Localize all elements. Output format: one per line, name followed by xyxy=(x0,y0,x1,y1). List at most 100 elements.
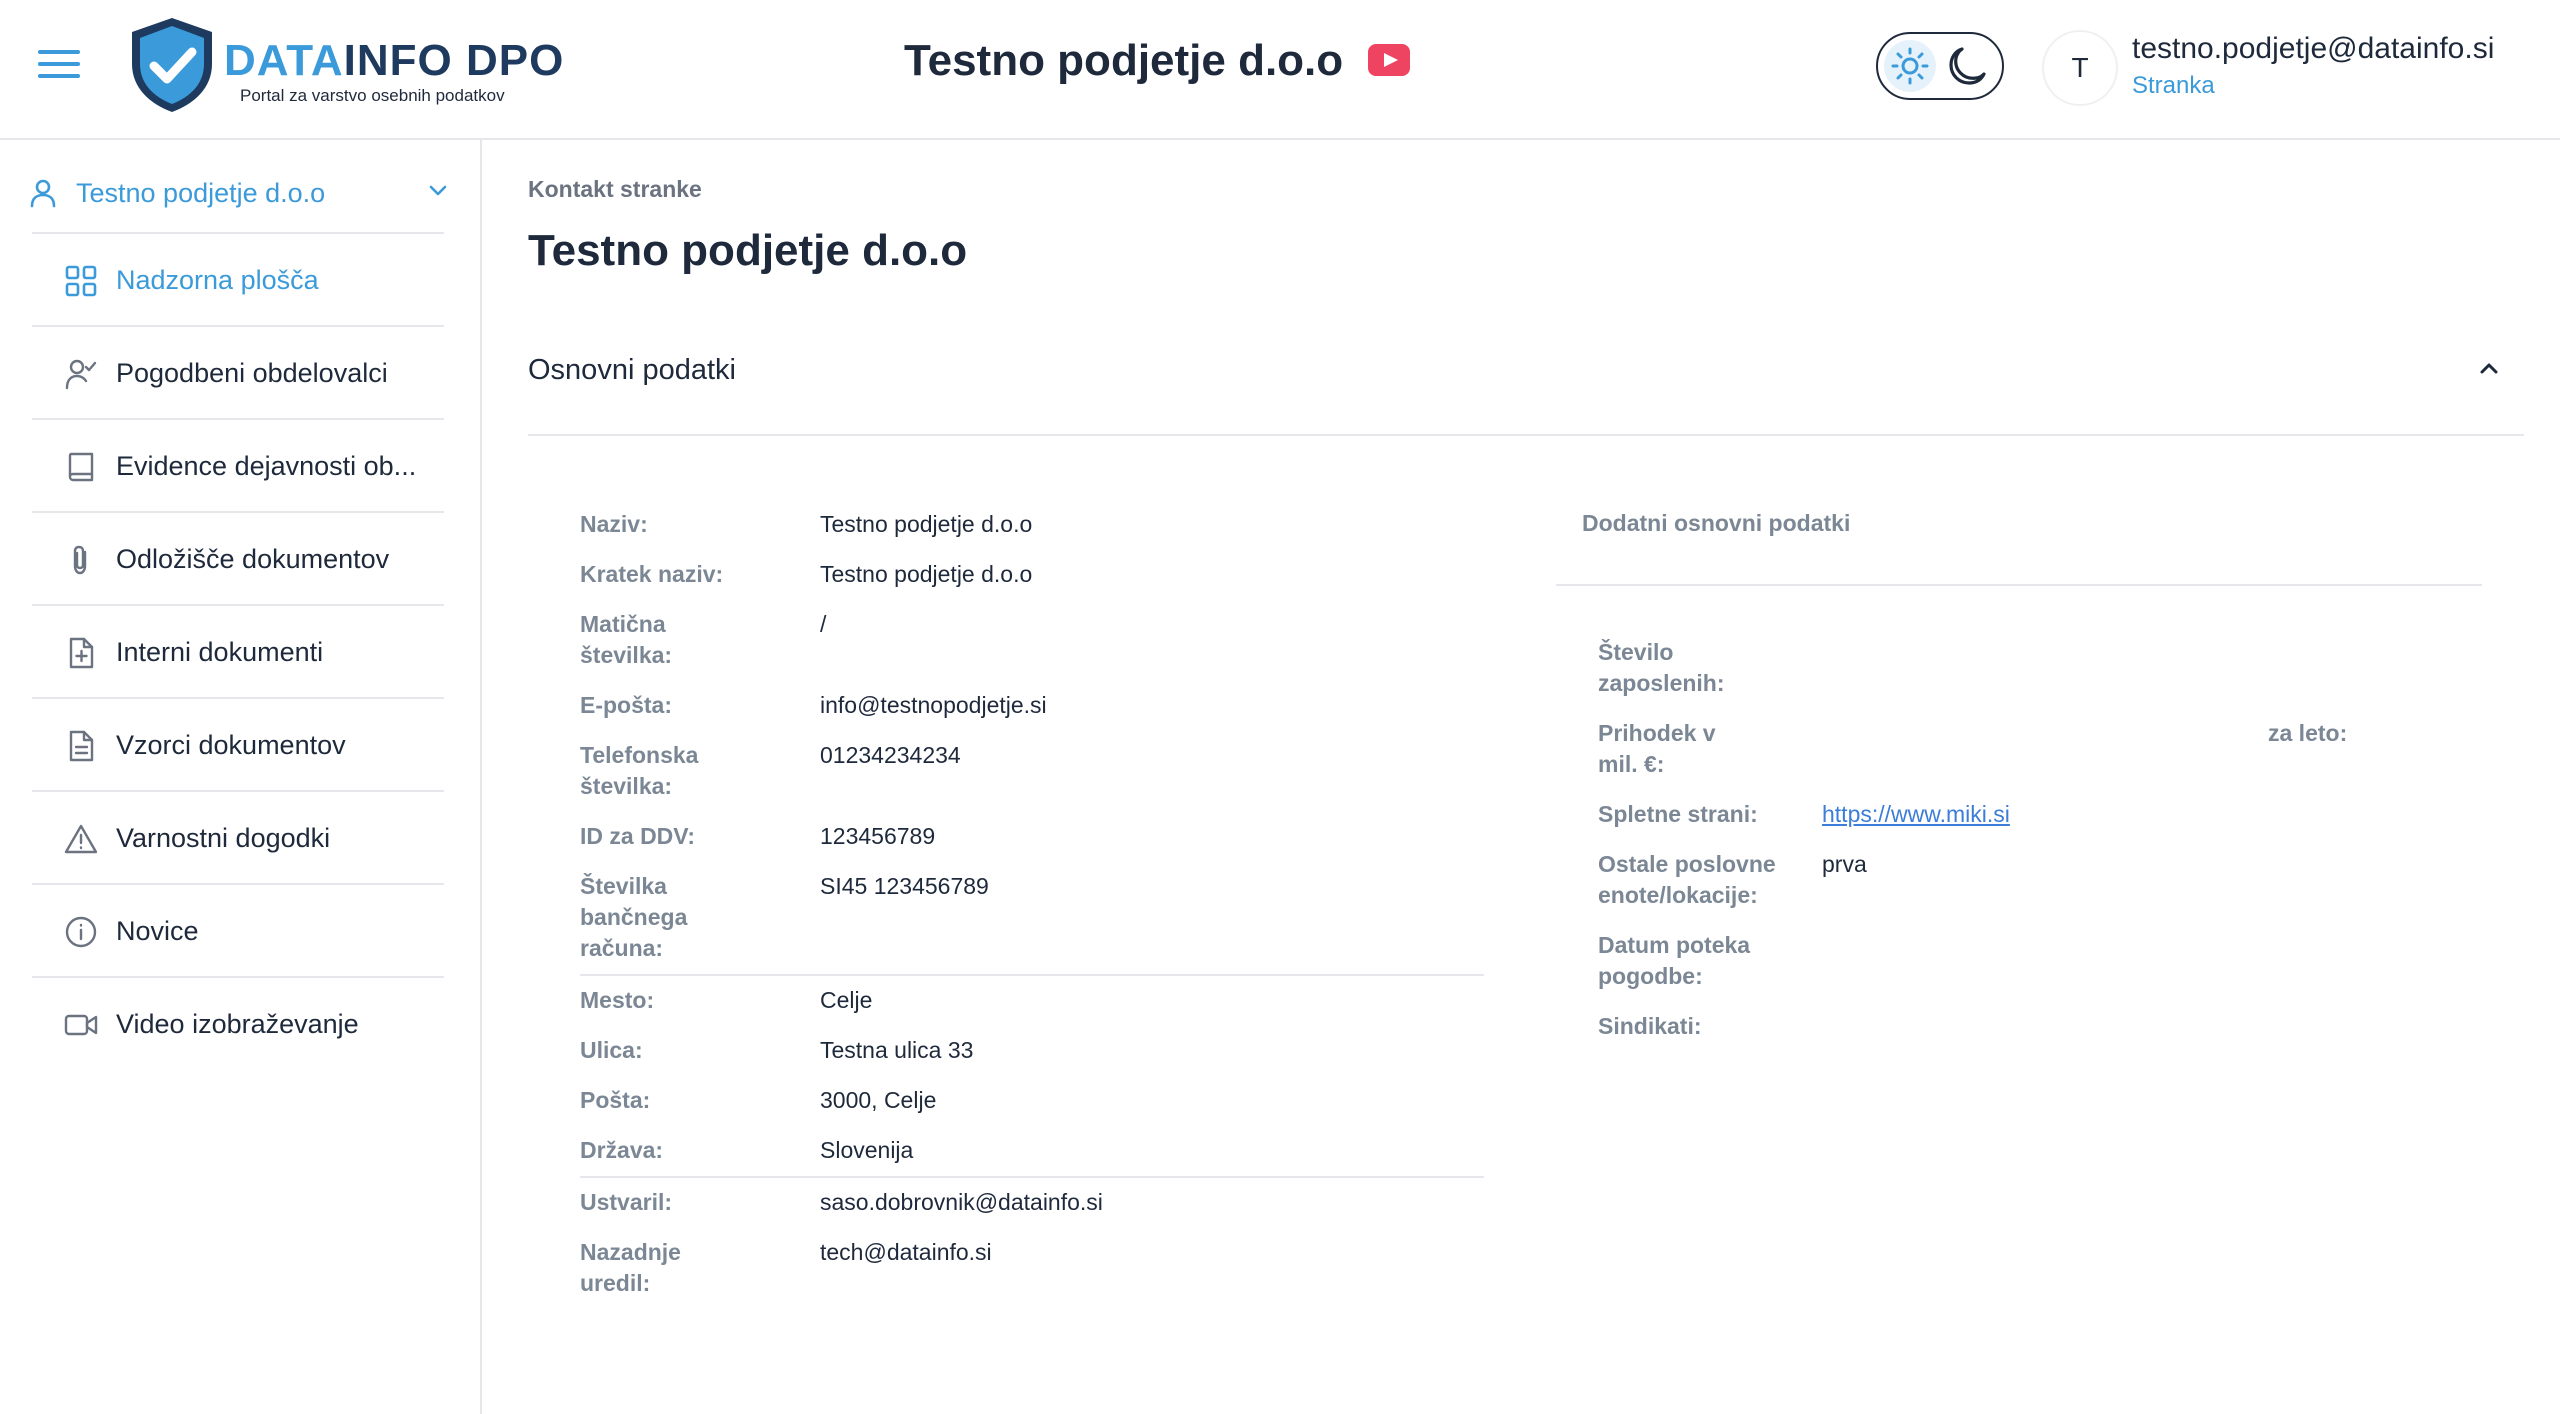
field-value: SI45 123456789 xyxy=(820,873,989,899)
org-label: Testno podjetje d.o.o xyxy=(76,178,326,208)
field-value: saso.dobrovnik@datainfo.si xyxy=(820,1189,1103,1215)
field-label: Nazadnje uredil: xyxy=(580,1239,681,1296)
sidebar-item-pogodbeni-obdelovalci[interactable]: Pogodbeni obdelovalci xyxy=(32,325,444,418)
sidebar-item-varnostni-dogodki[interactable]: Varnostni dogodki xyxy=(32,790,444,883)
logo-subtitle: Portal za varstvo osebnih podatkov xyxy=(240,86,505,105)
file-plus-icon xyxy=(69,637,94,669)
shield-check-icon xyxy=(132,18,212,112)
field-row: Datum poteka pogodbe: xyxy=(1598,921,2498,1002)
sidebar-item-label: Novice xyxy=(116,916,199,946)
field-label: Ulica: xyxy=(580,1037,643,1063)
field-value: tech@datainfo.si xyxy=(820,1239,992,1265)
theme-toggle[interactable] xyxy=(1876,32,2004,100)
header-company-title: Testno podjetje d.o.o xyxy=(904,36,1344,85)
field-label: Matična številka: xyxy=(580,611,673,668)
file-text-icon xyxy=(69,730,94,762)
sidebar-item-vzorci-dokumentov[interactable]: Vzorci dokumentov xyxy=(32,697,444,790)
field-value xyxy=(1822,628,2498,709)
sidebar-item-label: Evidence dejavnosti ob... xyxy=(116,451,417,481)
field-value: 01234234234 xyxy=(820,742,961,768)
user-check-icon xyxy=(65,359,97,390)
additional-info-column: Število zaposlenih: Prihodek v mil. €: z… xyxy=(1598,628,2498,1052)
sidebar-nav: Nadzorna plošča Pogodbeni obdelovalci Ev… xyxy=(32,232,444,1069)
chevron-up-icon[interactable] xyxy=(2478,360,2500,376)
field-label: Številka bančnega računa: xyxy=(580,873,688,961)
field-value: za leto: xyxy=(1822,709,2498,790)
field-label: Naziv: xyxy=(580,511,648,537)
field-label: Pošta: xyxy=(580,1087,651,1113)
youtube-icon[interactable] xyxy=(1368,44,1410,76)
user-role: Stranka xyxy=(2132,72,2215,99)
sidebar-item-label: Nadzorna plošča xyxy=(116,265,319,295)
warning-triangle-icon xyxy=(64,824,98,854)
paperclip-icon xyxy=(73,545,87,575)
field-value: 123456789 xyxy=(820,823,936,849)
field-row: Država: Slovenija xyxy=(580,1126,1480,1176)
sidebar-item-label: Vzorci dokumentov xyxy=(116,730,346,760)
field-row: Število zaposlenih: xyxy=(1598,628,2498,709)
sidebar-item-nadzorna-plosca[interactable]: Nadzorna plošča xyxy=(32,232,444,325)
field-label: ID za DDV: xyxy=(580,823,696,849)
book-icon xyxy=(68,452,94,482)
sidebar-item-odlozisce-dokumentov[interactable]: Odložišče dokumentov xyxy=(32,511,444,604)
field-label: E-pošta: xyxy=(580,692,672,718)
field-row: Pošta: 3000, Celje xyxy=(580,1076,1480,1126)
section-title: Osnovni podatki xyxy=(528,354,736,386)
hamburger-menu-icon[interactable] xyxy=(38,50,80,82)
user-email[interactable]: testno.podjetje@datainfo.si xyxy=(2132,32,2494,66)
field-value xyxy=(1822,921,2498,1002)
chevron-down-icon xyxy=(429,185,447,196)
field-value: Testno podjetje d.o.o xyxy=(820,511,1033,537)
sidebar-item-evidence-dejavnosti[interactable]: Evidence dejavnosti ob... xyxy=(32,418,444,511)
sidebar: Testno podjetje d.o.o Nadzorna plošča Po… xyxy=(0,140,482,1414)
field-row: Mesto: Celje xyxy=(580,976,1480,1026)
basic-info-column: Naziv: Testno podjetje d.o.o Kratek naziv… xyxy=(580,500,1484,1309)
datainfo-logo[interactable]: DATAINFO DPO Portal za varstvo osebnih p… xyxy=(124,14,564,114)
field-label: Ustvaril: xyxy=(580,1189,673,1215)
top-header: DATAINFO DPO Portal za varstvo osebnih p… xyxy=(0,0,2560,140)
divider xyxy=(1556,584,2482,586)
moon-icon[interactable] xyxy=(1946,44,1990,88)
dashboard-grid-icon xyxy=(65,265,97,297)
field-label: Spletne strani: xyxy=(1598,801,1758,827)
field-row: Ostale poslovne enote/lokacije: prva xyxy=(1598,840,2498,921)
field-value: / xyxy=(820,611,827,637)
income-year-label: za leto: xyxy=(2268,720,2348,746)
field-value: info@testnopodjetje.si xyxy=(820,692,1047,718)
sidebar-item-video-izobrazevanje[interactable]: Video izobraževanje xyxy=(32,976,444,1069)
field-row: Telefonska številka: 01234234234 xyxy=(580,731,1480,812)
field-label: Število zaposlenih: xyxy=(1598,639,1725,696)
field-row: Matična številka: / xyxy=(580,600,1480,681)
org-selector[interactable]: Testno podjetje d.o.o xyxy=(28,166,448,222)
field-value: Testna ulica 33 xyxy=(820,1037,974,1063)
field-label: Telefonska številka: xyxy=(580,742,699,799)
field-row: ID za DDV: 123456789 xyxy=(580,812,1480,862)
video-camera-icon xyxy=(64,1014,98,1036)
website-link[interactable]: https://www.miki.si xyxy=(1822,801,2010,827)
info-circle-icon xyxy=(65,916,97,948)
field-row: Prihodek v mil. €: za leto: xyxy=(1598,709,2498,790)
field-row: Naziv: Testno podjetje d.o.o xyxy=(580,500,1480,550)
field-row: Sindikati: xyxy=(1598,1002,2498,1052)
field-row: Ustvaril: saso.dobrovnik@datainfo.si xyxy=(580,1178,1480,1228)
field-label: Datum poteka pogodbe: xyxy=(1598,932,1751,989)
field-row: Spletne strani: https://www.miki.si xyxy=(1598,790,2498,840)
section-header-osnovni-podatki[interactable]: Osnovni podatki xyxy=(528,320,2524,436)
sidebar-item-label: Pogodbeni obdelovalci xyxy=(116,358,388,388)
field-label: Kratek naziv: xyxy=(580,561,724,587)
field-value xyxy=(1822,1002,2498,1052)
field-value: Testno podjetje d.o.o xyxy=(820,561,1033,587)
sidebar-item-novice[interactable]: Novice xyxy=(32,883,444,976)
person-icon xyxy=(30,179,56,208)
sidebar-item-label: Varnostni dogodki xyxy=(116,823,331,853)
sidebar-item-label: Interni dokumenti xyxy=(116,637,324,667)
page-title: Testno podjetje d.o.o xyxy=(528,226,968,275)
field-row: Ulica: Testna ulica 33 xyxy=(580,1026,1480,1076)
avatar[interactable]: T xyxy=(2042,30,2118,106)
field-value: Slovenija xyxy=(820,1137,914,1163)
light-mode-button[interactable] xyxy=(1884,40,1936,92)
field-value: prva xyxy=(1822,851,1867,877)
sidebar-item-interni-dokumenti[interactable]: Interni dokumenti xyxy=(32,604,444,697)
field-value: https://www.miki.si xyxy=(1822,790,2498,840)
breadcrumb[interactable]: Kontakt stranke xyxy=(528,176,702,203)
